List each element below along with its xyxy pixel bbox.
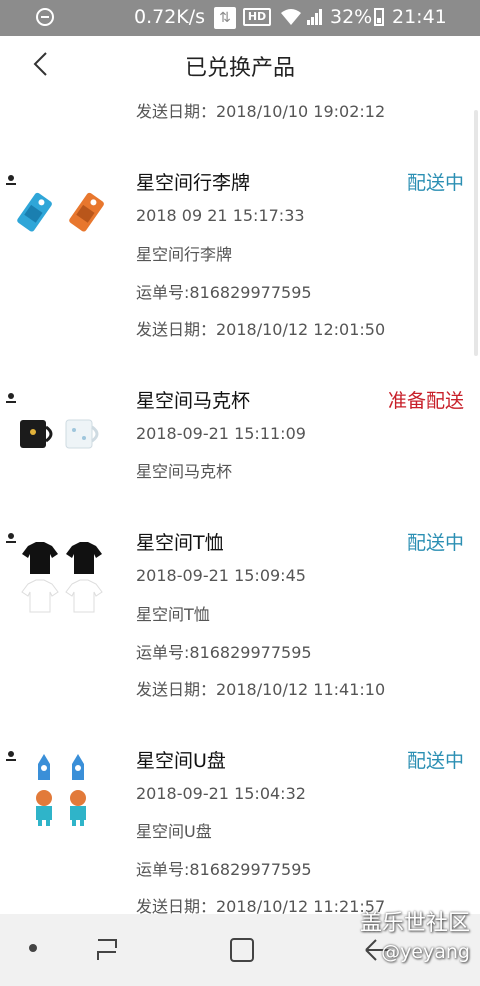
status-badge: 配送中: [406, 532, 464, 554]
brand-logo-icon: [6, 393, 16, 403]
do-not-disturb-icon: [36, 8, 54, 26]
battery-percent: 32%: [330, 6, 373, 28]
ship-date: 发送日期：2018/10/10 19:02:12: [136, 102, 386, 121]
wifi-icon: [281, 9, 301, 25]
item-desc: 星空间T恤: [136, 605, 210, 624]
redeemed-list[interactable]: 发送日期：2018/10/10 19:02:12 星空间行李牌 配送中 2018…: [0, 92, 480, 914]
tracking-number: 运单号:816829977595: [136, 643, 312, 662]
scrollbar[interactable]: [474, 110, 478, 356]
tracking-number: 运单号:816829977595: [136, 283, 312, 302]
order-date: 2018-09-21 15:11:09: [136, 424, 306, 443]
ship-date: 发送日期：2018/10/12 12:01:50: [136, 320, 386, 339]
home-icon[interactable]: [230, 938, 254, 962]
nav-dot-icon[interactable]: [29, 944, 37, 952]
tracking-number: 运单号:816829977595: [136, 860, 312, 879]
item-name: 星空间马克杯: [136, 390, 251, 412]
hd-badge: HD: [243, 8, 271, 26]
status-badge: 配送中: [406, 172, 464, 194]
app-header: 已兑换产品: [0, 36, 480, 92]
mug-image: [20, 419, 99, 449]
watermark: 盖乐世社区 @yeyang: [360, 910, 470, 966]
order-date: 2018 09 21 15:17:33: [136, 206, 305, 225]
item-name: 星空间T恤: [136, 532, 224, 554]
clock: 21:41: [392, 6, 447, 28]
item-name: 星空间行李牌: [136, 172, 251, 194]
tshirt-image: [21, 542, 103, 613]
order-date: 2018-09-21 15:04:32: [136, 784, 306, 803]
signal-icon: [307, 9, 322, 25]
ship-date: 发送日期：2018/10/12 11:21:57: [136, 897, 386, 914]
ship-date: 发送日期：2018/10/12 11:41:10: [136, 680, 386, 699]
recent-apps-icon[interactable]: [92, 938, 122, 962]
item-desc: 星空间马克杯: [136, 462, 233, 481]
item-desc: 星空间行李牌: [136, 245, 233, 264]
brand-logo-icon: [6, 175, 16, 185]
status-badge: 配送中: [406, 750, 464, 772]
item-name: 星空间U盘: [136, 750, 226, 772]
page-title: 已兑换产品: [184, 56, 295, 81]
item-desc: 星空间U盘: [136, 822, 212, 841]
watermark-user: @yeyang: [381, 941, 470, 963]
usb-drive-image: [36, 754, 86, 826]
battery-icon: [374, 8, 384, 26]
network-speed: 0.72K/s: [134, 6, 206, 28]
luggage-tag-image: [17, 192, 104, 232]
status-badge: 准备配送: [387, 390, 464, 412]
watermark-title: 盖乐世社区: [359, 911, 470, 936]
data-transfer-icon: ⇅: [214, 7, 236, 29]
status-bar: 0.72K/s ⇅ HD 32% 21:41: [0, 0, 480, 36]
system-nav-bar: 盖乐世社区 @yeyang: [0, 911, 480, 986]
order-date: 2018-09-21 15:09:45: [136, 566, 306, 585]
